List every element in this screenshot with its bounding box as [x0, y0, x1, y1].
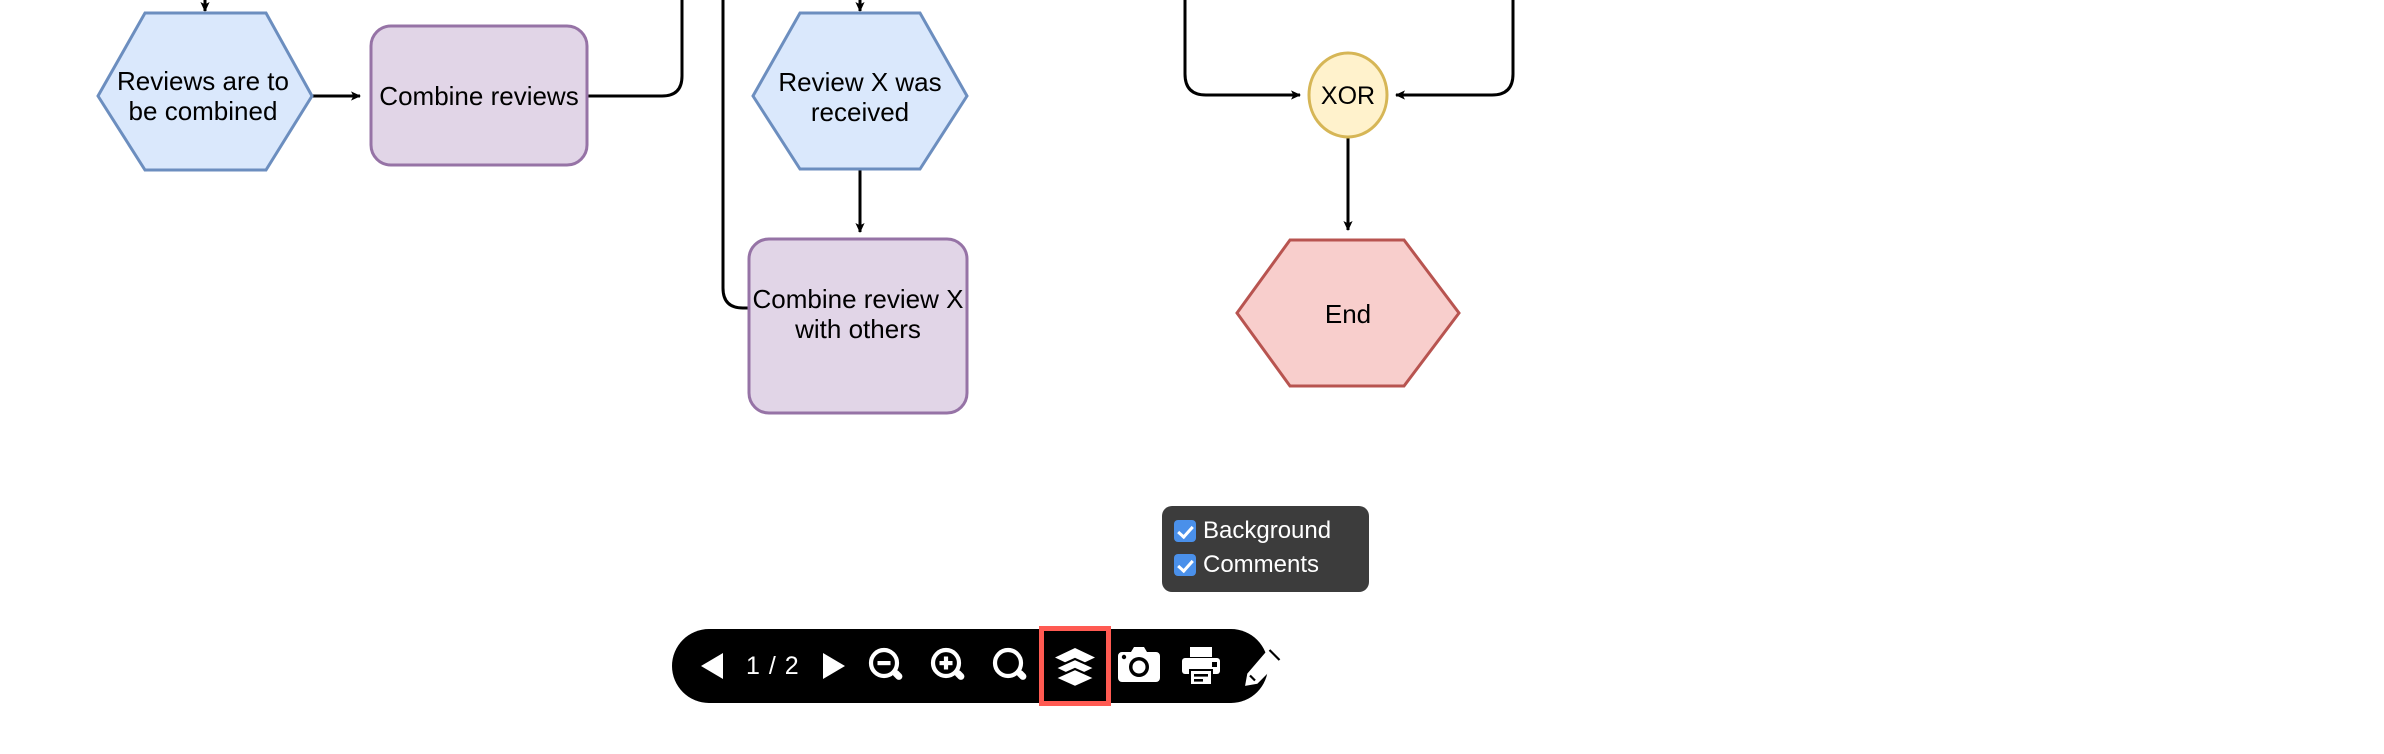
edit-button[interactable] [1232, 629, 1294, 703]
triangle-right-icon [822, 653, 845, 679]
edge-combine-reviews-out [587, 0, 684, 98]
node-label-line2: with others [794, 314, 921, 344]
layer-item-comments[interactable]: Comments [1162, 548, 1369, 582]
layers-popup: Background Comments [1162, 506, 1369, 592]
zoom-out-button[interactable] [856, 629, 918, 703]
pencil-icon [1244, 644, 1284, 686]
layers-icon [1051, 648, 1098, 689]
edge-loop-into-combine-review-x [721, 0, 748, 310]
node-label-line2: be combined [129, 96, 278, 126]
layer-background-checkbox[interactable] [1174, 520, 1196, 542]
zoom-in-button[interactable] [918, 629, 980, 703]
node-label-line1: Combine review X [753, 284, 964, 314]
next-page-button[interactable] [810, 629, 856, 703]
layer-background-label: Background [1203, 517, 1332, 544]
node-end[interactable]: End [1235, 238, 1461, 388]
magnifier-plus-icon [930, 647, 965, 680]
camera-icon [1117, 647, 1160, 682]
node-reviews-are-to-be-combined[interactable]: Reviews are to be combined [96, 11, 314, 172]
snapshot-button[interactable] [1108, 629, 1170, 703]
pdf-viewer-toolbar: 1 / 2 [672, 626, 1284, 706]
layer-comments-checkbox[interactable] [1174, 554, 1196, 576]
triangle-left-icon [701, 653, 723, 679]
node-combine-reviews[interactable]: Combine reviews [369, 24, 589, 167]
page-indicator: 1 / 2 [746, 651, 800, 680]
magnifier-icon [992, 647, 1027, 680]
node-label-line1: XOR [1321, 82, 1375, 110]
node-combine-review-x-with-others[interactable]: Combine review X with others [747, 237, 969, 415]
magnifier-minus-icon [868, 647, 903, 680]
previous-page-button[interactable] [690, 629, 736, 703]
print-button[interactable] [1170, 629, 1232, 703]
node-label-line2: received [811, 97, 909, 127]
edge-left-into-xor [1183, 0, 1301, 100]
node-label-line1: End [1325, 299, 1371, 329]
node-label-line1: Combine reviews [379, 81, 578, 111]
zoom-reset-button[interactable] [980, 629, 1042, 703]
layers-button[interactable] [1038, 626, 1111, 706]
node-review-x-was-received[interactable]: Review X was received [751, 11, 969, 171]
layer-comments-label: Comments [1203, 551, 1320, 578]
node-label-line1: Review X was [778, 67, 941, 97]
edge-right-into-xor [1395, 0, 1515, 100]
layer-item-background[interactable]: Background [1162, 514, 1369, 548]
node-label-line1: Reviews are to [117, 66, 289, 96]
node-xor-gateway[interactable]: XOR [1307, 51, 1389, 139]
printer-icon [1181, 647, 1220, 686]
